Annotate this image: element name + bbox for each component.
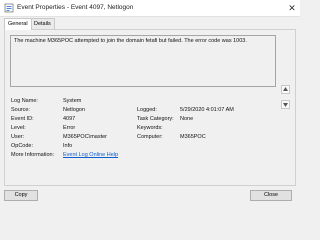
- user-label: User:: [11, 134, 25, 140]
- level-label: Level:: [11, 125, 26, 131]
- more-information-label: More Information:: [11, 152, 55, 158]
- event-description[interactable]: The machine M365POC attempted to join th…: [10, 35, 276, 87]
- arrow-down-icon: [283, 103, 288, 107]
- copy-button[interactable]: Copy: [4, 190, 38, 201]
- opcode-label: OpCode:: [11, 143, 34, 149]
- source-label: Source:: [11, 107, 30, 113]
- close-icon: ✕: [288, 3, 296, 13]
- source-value: Netlogon: [63, 107, 86, 113]
- tab-general[interactable]: General: [4, 18, 32, 30]
- title-bar: Event Properties - Event 4097, Netlogon …: [0, 0, 300, 17]
- computer-value: M365POC: [180, 134, 206, 140]
- event-id-value: 4097: [63, 116, 76, 122]
- task-category-value: None: [180, 116, 194, 122]
- computer-label: Computer:: [137, 134, 163, 140]
- log-name-value: System: [63, 98, 82, 104]
- user-value: M365POC\master: [63, 134, 108, 140]
- logged-value: 5/29/2020 4:01:07 AM: [180, 107, 234, 113]
- event-id-label: Event ID:: [11, 116, 34, 122]
- opcode-value: Info: [63, 143, 73, 149]
- window-title: Event Properties - Event 4097, Netlogon: [17, 4, 134, 11]
- event-viewer-icon: [4, 3, 14, 13]
- level-value: Error: [63, 125, 76, 131]
- event-log-online-help-link[interactable]: Event Log Online Help: [63, 152, 118, 158]
- keywords-label: Keywords:: [137, 125, 163, 131]
- close-button[interactable]: Close: [250, 190, 292, 201]
- close-window-button[interactable]: ✕: [284, 0, 300, 16]
- tab-details[interactable]: Details: [30, 18, 55, 29]
- logged-label: Logged:: [137, 107, 157, 113]
- next-event-button[interactable]: [281, 100, 290, 109]
- previous-event-button[interactable]: [281, 85, 290, 94]
- arrow-up-icon: [283, 87, 288, 91]
- log-name-label: Log Name:: [11, 98, 38, 104]
- task-category-label: Task Category:: [137, 116, 174, 122]
